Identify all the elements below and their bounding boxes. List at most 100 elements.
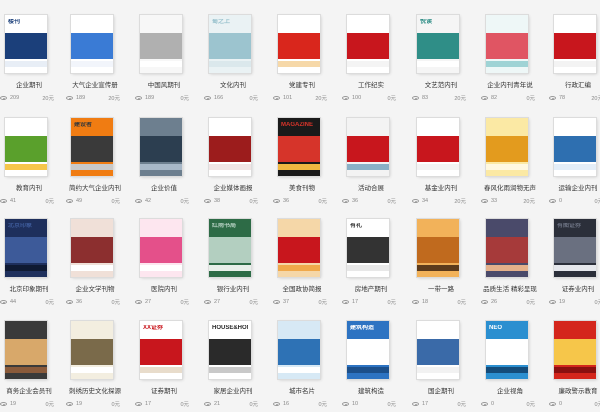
template-card[interactable]: 中国风期刊 189 0元	[135, 15, 193, 102]
template-cover[interactable]: 蜀之上	[209, 15, 251, 73]
template-cover[interactable]: 有图证券	[554, 219, 596, 277]
template-title[interactable]: 中国风期刊	[135, 79, 193, 89]
template-title[interactable]: 大气企业宣传册	[66, 79, 124, 89]
template-title[interactable]: 简约大气企业内刊	[66, 182, 124, 192]
template-title[interactable]: 廉政警示教育	[549, 385, 600, 395]
template-title[interactable]: 行政汇编	[549, 79, 600, 89]
template-title[interactable]: 企业视角	[481, 385, 539, 395]
template-title[interactable]: 建筑构造	[342, 385, 400, 395]
template-title[interactable]: 教育内刊	[0, 182, 58, 192]
template-title[interactable]: 医院内刊	[135, 283, 193, 293]
template-cover[interactable]	[209, 118, 251, 176]
template-card[interactable]: 大气企业宣传册 189 20元	[66, 15, 124, 102]
template-title[interactable]: 品质生活 精彩呈现	[481, 283, 539, 293]
template-title[interactable]: 企业价值	[135, 182, 193, 192]
template-card[interactable]: 基金业内刊 34 20元	[412, 118, 470, 205]
template-cover[interactable]: XX证券	[140, 321, 182, 379]
template-title[interactable]: 房地产期刊	[342, 283, 400, 293]
template-cover[interactable]	[347, 15, 389, 73]
template-card[interactable]: MAGAZINE 美食刊物 36 0元	[273, 118, 331, 205]
template-card[interactable]: 企业文学刊物 36 0元	[66, 219, 124, 306]
template-title[interactable]: 企业期刊	[0, 79, 58, 89]
template-card[interactable]: 企业媒体画报 38 0元	[204, 118, 262, 205]
template-cover[interactable]	[486, 219, 528, 277]
template-cover[interactable]: 建筑构造	[347, 321, 389, 379]
template-title[interactable]: 美食刊物	[273, 182, 331, 192]
template-cover[interactable]	[417, 219, 459, 277]
template-cover[interactable]: 红雨书局	[209, 219, 251, 277]
template-card[interactable]: 建设者 简约大气企业内刊 49 0元	[66, 118, 124, 205]
template-card[interactable]: 刺绣历史文化探源 19 0元	[66, 321, 124, 408]
template-cover[interactable]	[71, 321, 113, 379]
template-cover[interactable]	[347, 118, 389, 176]
template-card[interactable]: XX证券 证券期刊 17 0元	[135, 321, 193, 408]
template-cover[interactable]: 悦读	[417, 15, 459, 73]
template-card[interactable]: 北京印象 北京印象期刊 44 0元	[0, 219, 58, 306]
template-card[interactable]: 悦读 文艺范内刊 83 20元	[412, 15, 470, 102]
template-card[interactable]: 红雨书局 银行业内刊 27 0元	[204, 219, 262, 306]
template-cover[interactable]	[5, 118, 47, 176]
template-card[interactable]: 国企期刊 17 0元	[412, 321, 470, 408]
template-card[interactable]: 品质生活 精彩呈现 26 0元	[481, 219, 539, 306]
template-title[interactable]: 证券业内刊	[549, 283, 600, 293]
template-title[interactable]: 北京印象期刊	[0, 283, 58, 293]
template-title[interactable]: 活动合展	[342, 182, 400, 192]
template-cover[interactable]: 北京印象	[5, 219, 47, 277]
template-title[interactable]: 家居企业内刊	[204, 385, 262, 395]
template-title[interactable]: 一带一路	[412, 283, 470, 293]
template-cover[interactable]: MAGAZINE	[278, 118, 320, 176]
template-cover[interactable]	[278, 321, 320, 379]
template-card[interactable]: HOUSE&HOME 家居企业内刊 21 0元	[204, 321, 262, 408]
template-title[interactable]: 企业内刊青年说	[481, 79, 539, 89]
template-card[interactable]: 廉政警示教育 0 0元	[549, 321, 600, 408]
template-title[interactable]: 城市名片	[273, 385, 331, 395]
template-title[interactable]: 证券期刊	[135, 385, 193, 395]
template-title[interactable]: 党建专刊	[273, 79, 331, 89]
template-card[interactable]: 工作纪实 100 0元	[342, 15, 400, 102]
template-cover[interactable]	[71, 15, 113, 73]
template-card[interactable]: 全国政协简报 37 0元	[273, 219, 331, 306]
template-title[interactable]: 春风化雨润物无声	[481, 182, 539, 192]
template-card[interactable]: 春风化雨润物无声 33 20元	[481, 118, 539, 205]
template-card[interactable]: 蜀之上 文化内刊 166 0元	[204, 15, 262, 102]
template-title[interactable]: 企业媒体画报	[204, 182, 262, 192]
template-cover[interactable]: 有礼	[347, 219, 389, 277]
template-cover[interactable]	[5, 321, 47, 379]
template-cover[interactable]	[554, 321, 596, 379]
template-card[interactable]: 活动合展 36 0元	[342, 118, 400, 205]
template-title[interactable]: 文化内刊	[204, 79, 262, 89]
template-cover[interactable]	[417, 118, 459, 176]
template-title[interactable]: 基金业内刊	[412, 182, 470, 192]
template-card[interactable]: 有图证券证券业内刊 19 0元	[549, 219, 600, 306]
template-title[interactable]: 运输企业内刊	[549, 182, 600, 192]
template-title[interactable]: 文艺范内刊	[412, 79, 470, 89]
template-card[interactable]: 一带一路 18 0元	[412, 219, 470, 306]
template-title[interactable]: 全国政协简报	[273, 283, 331, 293]
template-cover[interactable]	[417, 321, 459, 379]
template-cover[interactable]: NEO	[486, 321, 528, 379]
template-card[interactable]: 有礼 房地产期刊 17 0元	[342, 219, 400, 306]
template-title[interactable]: 工作纪实	[342, 79, 400, 89]
template-cover[interactable]: 楼刊	[5, 15, 47, 73]
template-cover[interactable]	[554, 118, 596, 176]
template-card[interactable]: 医院内刊 27 0元	[135, 219, 193, 306]
template-card[interactable]: 城市名片 16 0元	[273, 321, 331, 408]
template-cover[interactable]: HOUSE&HOME	[209, 321, 251, 379]
template-cover[interactable]	[71, 219, 113, 277]
template-cover[interactable]	[140, 219, 182, 277]
template-cover[interactable]	[278, 219, 320, 277]
template-card[interactable]: 运输企业内刊 0 0元	[549, 118, 600, 205]
template-cover[interactable]	[278, 15, 320, 73]
template-title[interactable]: 国企期刊	[412, 385, 470, 395]
template-cover[interactable]	[486, 118, 528, 176]
template-cover[interactable]	[140, 15, 182, 73]
template-title[interactable]: 企业文学刊物	[66, 283, 124, 293]
template-cover[interactable]	[140, 118, 182, 176]
template-card[interactable]: 楼刊 企业期刊 209 20元	[0, 15, 58, 102]
template-card[interactable]: NEO 企业视角 0 0元	[481, 321, 539, 408]
template-card[interactable]: 教育内刊 41 0元	[0, 118, 58, 205]
template-cover[interactable]: 建设者	[71, 118, 113, 176]
template-card[interactable]: 商务企业会员刊 19 0元	[0, 321, 58, 408]
template-title[interactable]: 银行业内刊	[204, 283, 262, 293]
template-title[interactable]: 商务企业会员刊	[0, 385, 58, 395]
